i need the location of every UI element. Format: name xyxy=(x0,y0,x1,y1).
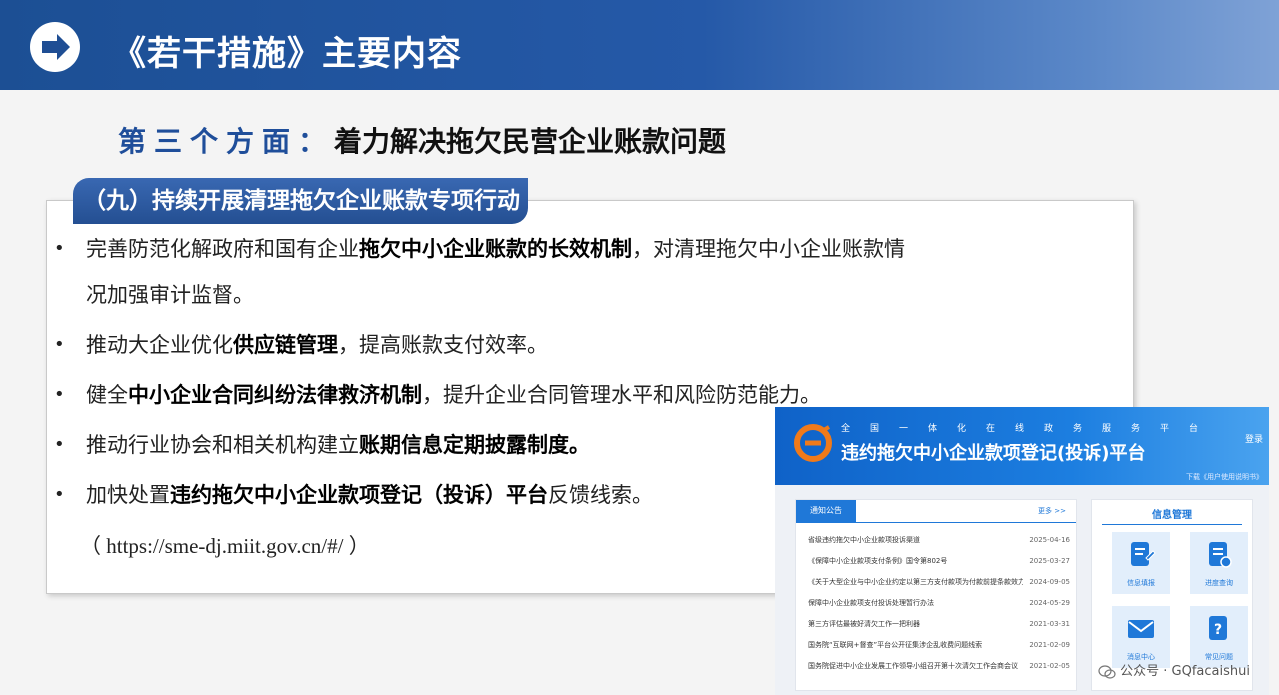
svg-text:?: ? xyxy=(1214,622,1222,638)
bullet-emphasis: 账期信息定期披露制度。 xyxy=(359,433,590,457)
tile-label: 信息填报 xyxy=(1127,579,1155,587)
bullet-text: 健全 xyxy=(86,383,128,407)
bullet-text: 完善防范化解政府和国有企业 xyxy=(86,237,359,261)
list-item[interactable]: 省级违约拖欠中小企业款项投诉渠道 2025-04-16 xyxy=(808,530,1070,551)
bullet-dot-icon: • xyxy=(54,238,65,259)
bullet-emphasis: 违约拖欠中小企业款项登记（投诉）平台 xyxy=(170,483,548,507)
tile-label: 进度查询 xyxy=(1205,579,1233,587)
portal-banner: 全国一体化在线政务服务平台 违约拖欠中小企业款项登记(投诉)平台 登录 下载《用… xyxy=(775,407,1269,485)
section-label: （九）持续开展清理拖欠企业账款专项行动 xyxy=(73,178,528,224)
tab-notices[interactable]: 通知公告 xyxy=(796,500,856,522)
tile-progress-query[interactable]: 进度查询 xyxy=(1190,532,1248,594)
divider xyxy=(796,522,1076,523)
bullet-text: 推动行业协会和相关机构建立 xyxy=(86,433,359,457)
divider xyxy=(1102,524,1242,525)
bullet-text: ，提高账款支付效率。 xyxy=(338,333,548,357)
watermark: 公众号 · GQfacaishui xyxy=(1098,660,1250,679)
bullet-dot-icon: • xyxy=(54,484,65,505)
section-heading-main: 着力解决拖欠民营企业账款问题 xyxy=(334,125,727,158)
list-item[interactable]: 保障中小企业款项支付投诉处理暂行办法 2024-05-29 xyxy=(808,593,1070,614)
bullet-emphasis: 拖欠中小企业账款的长效机制 xyxy=(359,237,632,261)
tile-faq[interactable]: ? 常见问题 xyxy=(1190,606,1248,668)
mail-icon xyxy=(1128,620,1154,638)
bullet-emphasis: 中小企业合同纠纷法律救济机制 xyxy=(128,383,422,407)
wechat-icon xyxy=(1098,664,1116,679)
question-document-icon: ? xyxy=(1209,616,1227,640)
news-date: 2024-05-29 xyxy=(1029,599,1070,607)
news-date: 2021-02-09 xyxy=(1029,641,1070,649)
bullet-dot-icon: • xyxy=(54,334,65,355)
list-item[interactable]: 《保障中小企业款项支付条例》国令第802号 2025-03-27 xyxy=(808,551,1070,572)
document-edit-icon xyxy=(1131,542,1156,566)
list-item[interactable]: 第三方评估最被好清欠工作一把利器 2021-03-31 xyxy=(808,614,1070,635)
news-title: 第三方评估最被好清欠工作一把利器 xyxy=(808,620,920,628)
document-list-icon xyxy=(1209,542,1232,568)
tile-info-report[interactable]: 信息填报 xyxy=(1112,532,1170,594)
news-title: 国务院促进中小企业发展工作领导小组召开第十次清欠工作会商会议 xyxy=(808,662,1018,670)
portal-subtitle: 全国一体化在线政务服务平台 xyxy=(841,424,1219,434)
bullet-emphasis: 供应链管理 xyxy=(233,333,338,357)
bullet-dot-icon: • xyxy=(54,384,65,405)
news-date: 2021-03-31 xyxy=(1029,620,1070,628)
notice-panel: 通知公告 更多 >> 省级违约拖欠中小企业款项投诉渠道 2025-04-16 《保障… xyxy=(795,499,1077,691)
list-item[interactable]: 国务院“互联网+督查”平台公开征集涉企乱收费问题线索 2021-02-09 xyxy=(808,635,1070,656)
section-heading: 第三个方面：着力解决拖欠民营企业账款问题 xyxy=(118,120,726,160)
portal-title: 违约拖欠中小企业款项登记(投诉)平台 xyxy=(841,443,1146,464)
news-title: 省级违约拖欠中小企业款项投诉渠道 xyxy=(808,536,920,544)
news-date: 2021-02-05 xyxy=(1029,662,1070,670)
portal-login-link[interactable]: 登录 xyxy=(1245,432,1263,445)
list-item[interactable]: 国务院促进中小企业发展工作领导小组召开第十次清欠工作会商会议 2021-02-05 xyxy=(808,656,1070,677)
page-title: 《若干措施》主要内容 xyxy=(112,34,462,74)
bullet-item: • 完善防范化解政府和国有企业拖欠中小企业账款的长效机制，对清理拖欠中小企业账款情… xyxy=(54,226,914,318)
list-item[interactable]: 《关于大型企业与中小企业约定以第三方支付款项为付款前提条款效力… 2024-09-… xyxy=(808,572,1070,593)
info-panel-title: 信息管理 xyxy=(1152,510,1192,521)
news-date: 2025-03-27 xyxy=(1029,557,1070,565)
bullet-text: 加快处置 xyxy=(86,483,170,507)
bullet-dot-icon: • xyxy=(54,434,65,455)
watermark-text: 公众号 · GQfacaishui xyxy=(1120,664,1250,679)
portal-download-link[interactable]: 下载《用户使用说明书》 xyxy=(1186,472,1263,482)
platform-url: （ https://sme-dj.miit.gov.cn/#/ ） xyxy=(80,534,370,558)
tile-message-center[interactable]: 消息中心 xyxy=(1112,606,1170,668)
bullet-text: 反馈线索。 xyxy=(548,483,653,507)
news-title: 《保障中小企业款项支付条例》国令第802号 xyxy=(808,557,948,565)
more-link[interactable]: 更多 >> xyxy=(1038,506,1066,516)
bullet-item: • 推动大企业优化供应链管理，提高账款支付效率。 xyxy=(54,322,914,368)
news-title: 保障中小企业款项支付投诉处理暂行办法 xyxy=(808,599,934,607)
news-date: 2024-09-05 xyxy=(1029,578,1070,586)
header-bar: 《若干措施》主要内容 xyxy=(0,0,1279,90)
news-title: 国务院“互联网+督查”平台公开征集涉企乱收费问题线索 xyxy=(808,641,983,649)
news-date: 2025-04-16 xyxy=(1029,536,1070,544)
news-list: 省级违约拖欠中小企业款项投诉渠道 2025-04-16 《保障中小企业款项支付条例》… xyxy=(808,530,1070,677)
bullet-text: ，提升企业合同管理水平和风险防范能力。 xyxy=(422,383,821,407)
portal-logo-icon xyxy=(794,424,832,462)
news-title: 《关于大型企业与中小企业约定以第三方支付款项为付款前提条款效力… xyxy=(808,578,1023,586)
bullet-text: 推动大企业优化 xyxy=(86,333,233,357)
portal-screenshot: 全国一体化在线政务服务平台 违约拖欠中小企业款项登记(投诉)平台 登录 下载《用… xyxy=(775,407,1269,695)
section-heading-prefix: 第三个方面： xyxy=(118,125,335,158)
arrow-right-icon xyxy=(30,22,80,72)
